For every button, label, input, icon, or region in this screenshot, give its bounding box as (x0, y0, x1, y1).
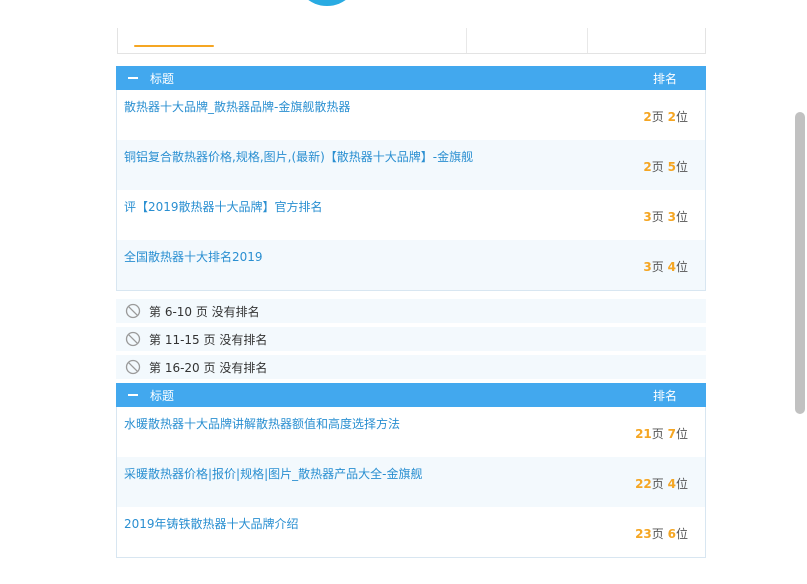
table-row: 采暖散热器价格|报价|规格|图片_散热器产品大全-金旗舰 22页 4位 (117, 457, 705, 507)
table-row: 散热器十大品牌_散热器品牌-金旗舰散热器 2页 2位 (117, 90, 705, 140)
ban-icon (125, 303, 141, 319)
active-tab-indicator (134, 45, 214, 47)
rank-value: 21页 7位 (635, 427, 688, 441)
result-link[interactable]: 散热器十大品牌_散热器品牌-金旗舰散热器 (124, 98, 350, 115)
header-rank-label: 排名 (652, 388, 677, 403)
header-title-label: 标题 (150, 71, 175, 86)
no-rank-label: 第 6-10 页 没有排名 (149, 304, 260, 319)
section-header: 标题 排名 (116, 66, 706, 90)
collapse-minus-icon[interactable] (128, 394, 138, 396)
table-row: 铜铝复合散热器价格,规格,图片,(最新)【散热器十大品牌】-金旗舰 2页 5位 (117, 140, 705, 190)
ban-icon (125, 331, 141, 347)
tab-divider (587, 28, 588, 53)
no-rank-row: 第 11-15 页 没有排名 (116, 327, 706, 351)
no-rank-label: 第 16-20 页 没有排名 (149, 360, 268, 375)
no-rank-row: 第 16-20 页 没有排名 (116, 355, 706, 379)
rank-rows: 散热器十大品牌_散热器品牌-金旗舰散热器 2页 2位 铜铝复合散热器价格,规格,… (116, 90, 706, 291)
table-row: 水暖散热器十大品牌讲解散热器额值和高度选择方法 21页 7位 (117, 407, 705, 457)
result-link[interactable]: 水暖散热器十大品牌讲解散热器额值和高度选择方法 (124, 415, 400, 432)
no-rank-label: 第 11-15 页 没有排名 (149, 332, 268, 347)
rank-value: 23页 6位 (635, 527, 688, 541)
result-link[interactable]: 2019年铸铁散热器十大品牌介绍 (124, 515, 299, 532)
logo-circle (295, 0, 359, 6)
scrollbar[interactable] (793, 0, 807, 584)
result-link[interactable]: 评【2019散热器十大品牌】官方排名 (124, 198, 323, 215)
scrollbar-thumb[interactable] (795, 112, 805, 414)
header-title-label: 标题 (150, 388, 175, 403)
tab-divider (466, 28, 467, 53)
rank-value: 22页 4位 (635, 477, 688, 491)
no-rank-row: 第 6-10 页 没有排名 (116, 299, 706, 323)
table-row: 2019年铸铁散热器十大品牌介绍 23页 6位 (117, 507, 705, 557)
rank-value: 2页 2位 (643, 110, 688, 124)
rank-section-2: 标题 排名 水暖散热器十大品牌讲解散热器额值和高度选择方法 21页 7位 采暖散… (116, 383, 706, 558)
top-tab-bar (117, 28, 706, 54)
result-link[interactable]: 铜铝复合散热器价格,规格,图片,(最新)【散热器十大品牌】-金旗舰 (124, 148, 473, 165)
rank-value: 3页 4位 (643, 260, 688, 274)
rank-value: 2页 5位 (643, 160, 688, 174)
result-link[interactable]: 全国散热器十大排名2019 (124, 248, 263, 265)
ban-icon (125, 359, 141, 375)
section-header: 标题 排名 (116, 383, 706, 407)
collapse-minus-icon[interactable] (128, 77, 138, 79)
header-rank-label: 排名 (652, 71, 677, 86)
rank-rows: 水暖散热器十大品牌讲解散热器额值和高度选择方法 21页 7位 采暖散热器价格|报… (116, 407, 706, 558)
result-link[interactable]: 采暖散热器价格|报价|规格|图片_散热器产品大全-金旗舰 (124, 465, 422, 482)
page: 标题 排名 散热器十大品牌_散热器品牌-金旗舰散热器 2页 2位 铜铝复合散热器… (0, 0, 807, 584)
rank-section-1: 标题 排名 散热器十大品牌_散热器品牌-金旗舰散热器 2页 2位 铜铝复合散热器… (116, 66, 706, 291)
table-row: 全国散热器十大排名2019 3页 4位 (117, 240, 705, 290)
table-row: 评【2019散热器十大品牌】官方排名 3页 3位 (117, 190, 705, 240)
rank-value: 3页 3位 (643, 210, 688, 224)
